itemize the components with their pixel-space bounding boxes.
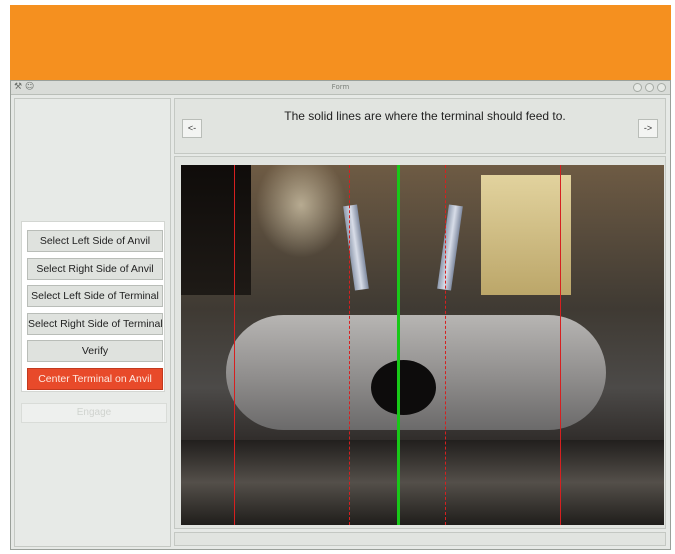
engage-button[interactable]: Engage xyxy=(21,403,167,423)
close-icon[interactable] xyxy=(657,83,666,92)
maximize-icon[interactable] xyxy=(645,83,654,92)
image-shadow-region xyxy=(181,165,251,295)
next-button[interactable]: -> xyxy=(638,119,658,138)
window-title: Form xyxy=(331,83,350,91)
select-right-anvil-button[interactable]: Select Right Side of Anvil xyxy=(27,258,163,280)
anvil-right-line xyxy=(560,165,561,525)
terminal-left-line xyxy=(349,165,350,525)
control-panel: Select Left Side of Anvil Select Right S… xyxy=(14,98,171,547)
select-left-anvil-button[interactable]: Select Left Side of Anvil xyxy=(27,230,163,252)
center-line xyxy=(397,165,400,525)
camera-view[interactable] xyxy=(181,165,664,525)
window-controls xyxy=(633,83,666,92)
select-left-terminal-button[interactable]: Select Left Side of Terminal xyxy=(27,285,163,307)
instruction-text: The solid lines are where the terminal s… xyxy=(284,109,566,123)
anvil-left-line xyxy=(234,165,235,525)
verify-button[interactable]: Verify xyxy=(27,340,163,362)
terminal-right-line xyxy=(445,165,446,525)
minimize-icon[interactable] xyxy=(633,83,642,92)
title-bar: ⚒ ☺ Form xyxy=(11,81,670,95)
image-anvil-base xyxy=(181,440,664,525)
orange-banner xyxy=(10,5,671,80)
image-bright-region xyxy=(481,175,571,295)
image-terminal-hole xyxy=(371,360,436,415)
previous-button[interactable]: <- xyxy=(182,119,202,138)
image-right-guide-bracket xyxy=(437,204,463,291)
calibration-button-group: Select Left Side of Anvil Select Right S… xyxy=(21,221,165,392)
select-right-terminal-button[interactable]: Select Right Side of Terminal xyxy=(27,313,163,335)
image-left-guide-bracket xyxy=(343,204,369,291)
camera-frame xyxy=(174,156,666,529)
center-terminal-button[interactable]: Center Terminal on Anvil xyxy=(27,368,163,390)
form-window: ⚒ ☺ Form Select Left Side of Anvil Selec… xyxy=(10,80,671,550)
instruction-bar: <- The solid lines are where the termina… xyxy=(174,98,666,154)
status-strip xyxy=(174,532,666,546)
